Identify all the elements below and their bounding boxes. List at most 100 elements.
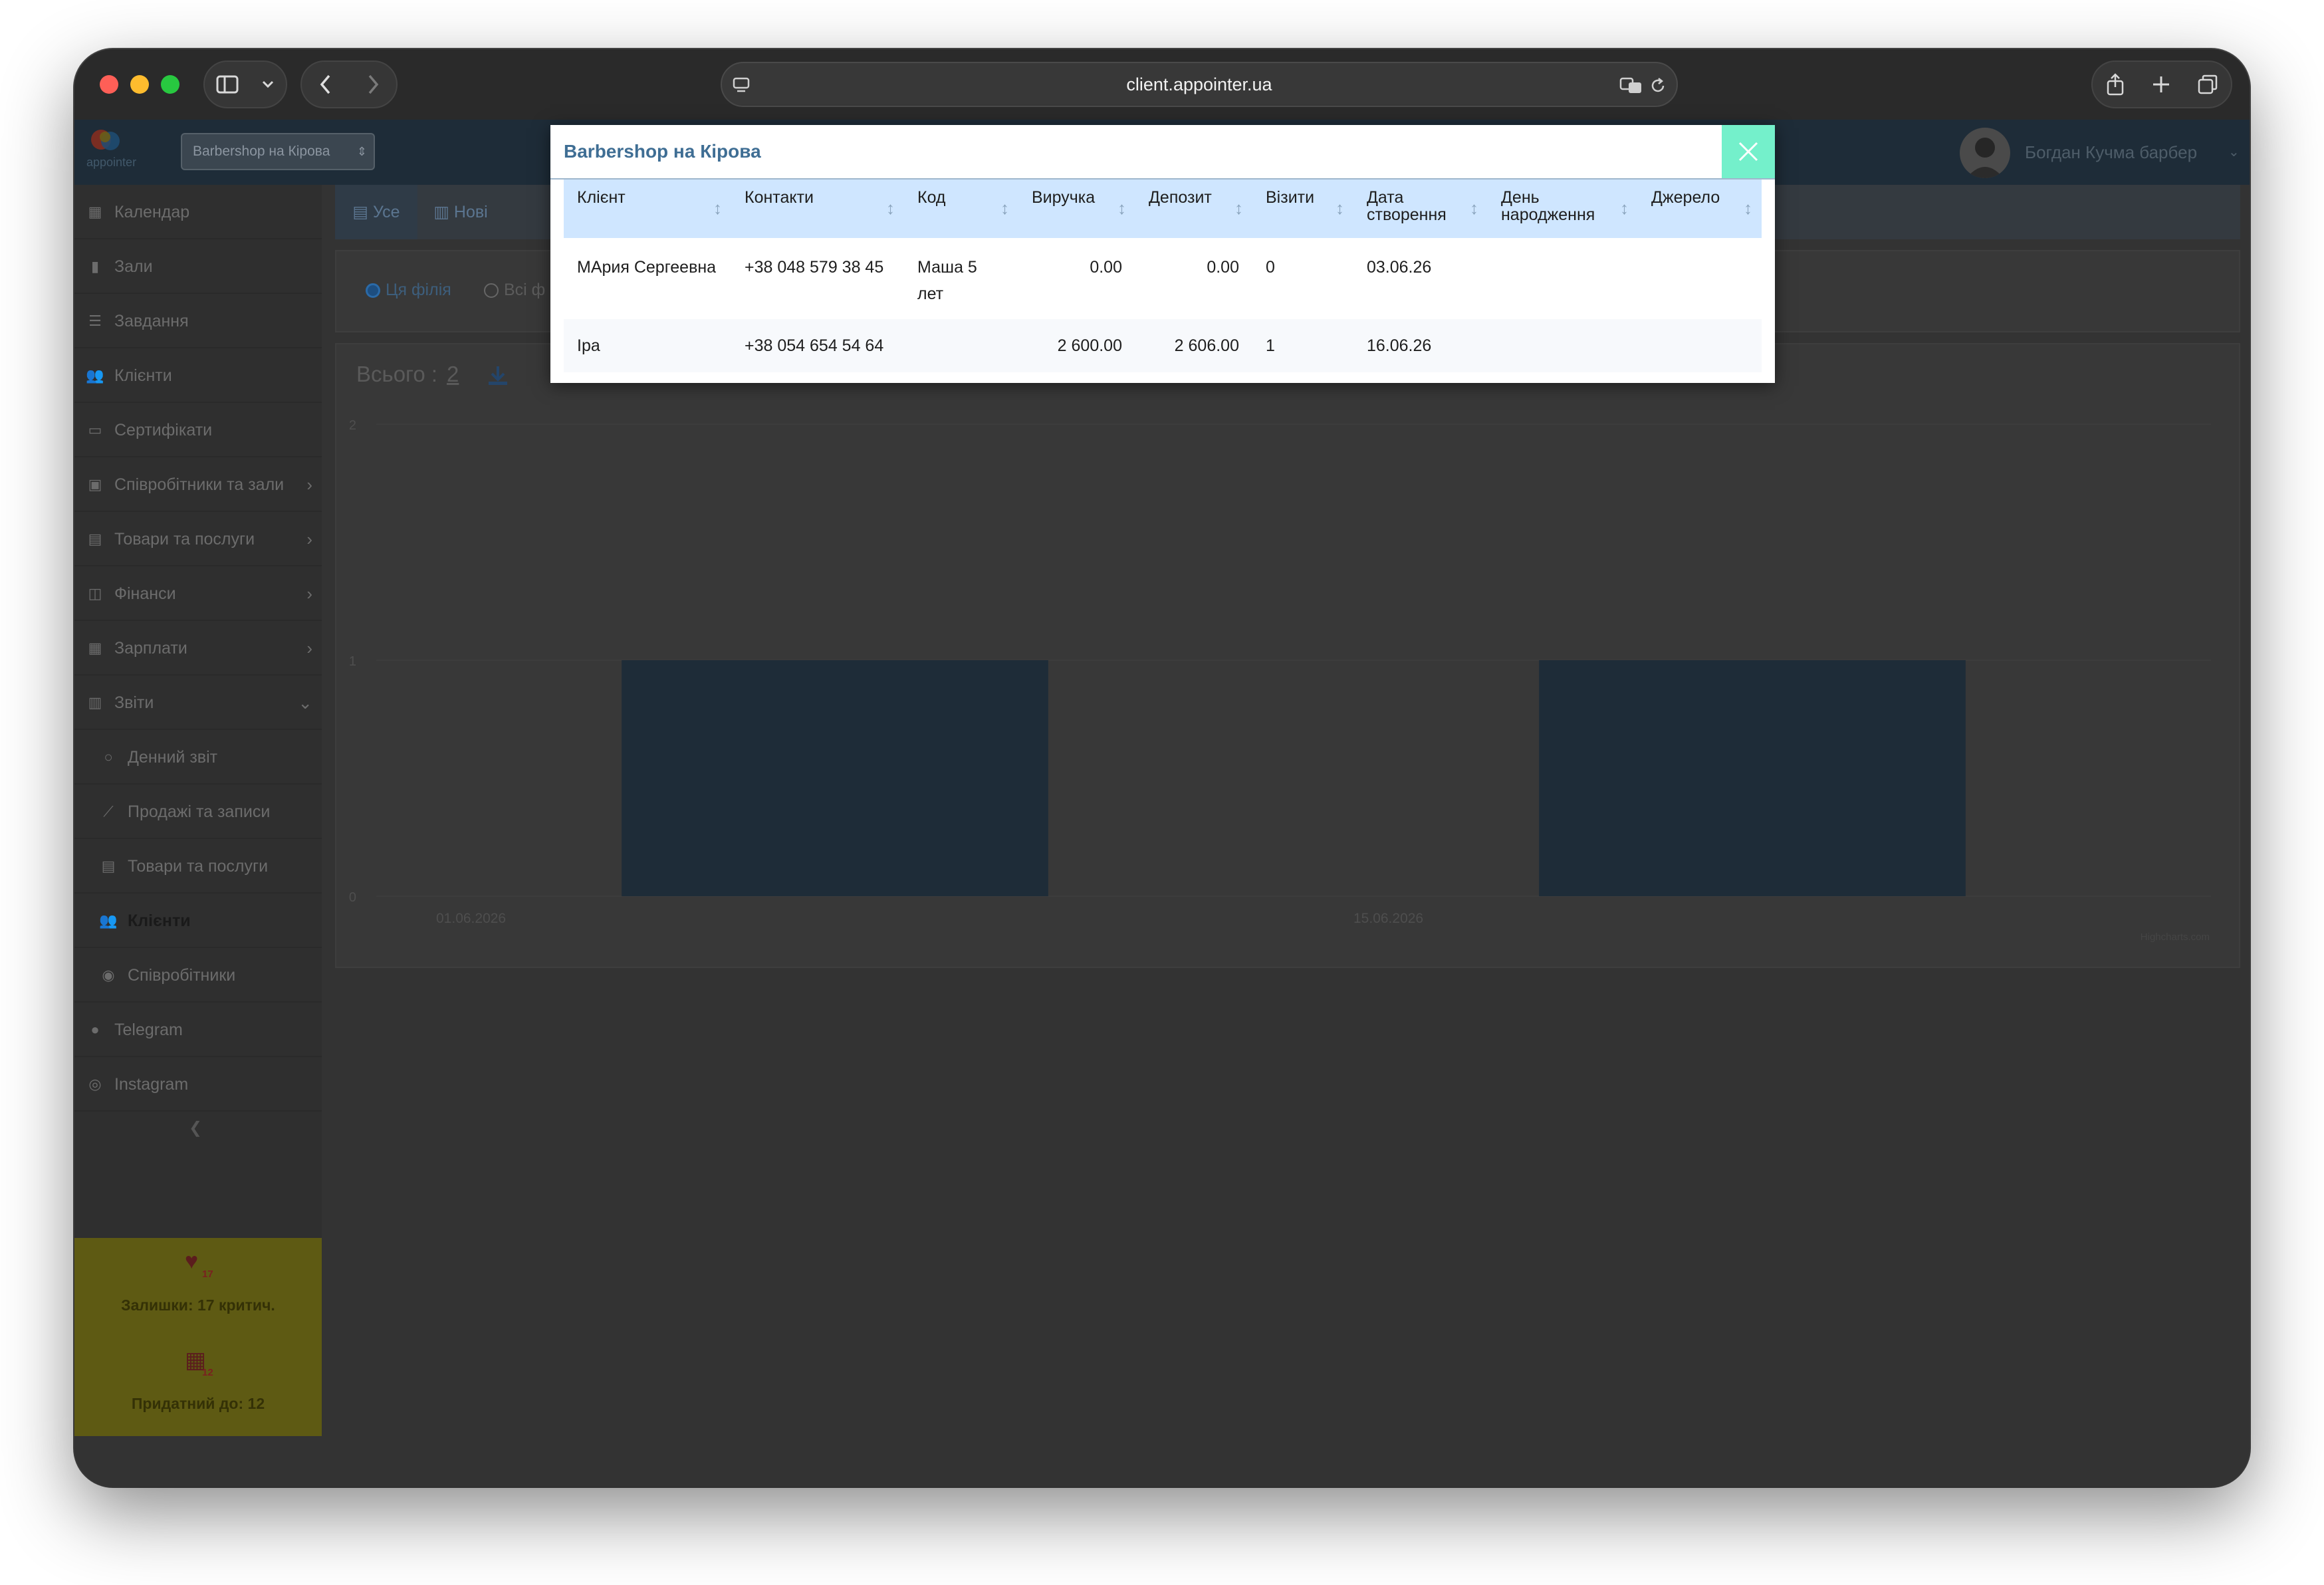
sidebar-item-tasks[interactable]: ☰ Завдання — [74, 294, 322, 348]
chart-bar — [622, 660, 1048, 896]
sidebar-item-instagram[interactable]: ◎ Instagram — [74, 1057, 322, 1112]
table-row[interactable]: МАрия Сергеевна +38 048 579 38 45 Маша 5… — [564, 238, 1762, 319]
sidebar-item-label: Співробітники та зали — [114, 475, 285, 494]
minimize-window-button[interactable] — [130, 75, 149, 94]
zoom-window-button[interactable] — [161, 75, 179, 94]
stock-alert-icon: ♥ — [185, 1249, 199, 1274]
chevron-right-icon: › — [306, 475, 312, 495]
sidebar-item-clients[interactable]: 👥 Клієнти — [74, 348, 322, 403]
user-name[interactable]: Богдан Кучма барбер — [2025, 120, 2197, 185]
clients-modal: Barbershop на Кірова Клієнт ↕ Контакти ↕ К… — [550, 125, 1775, 383]
download-icon[interactable] — [487, 364, 509, 387]
cell-code — [904, 319, 1018, 372]
col-header-source[interactable]: Джерело ↕ — [1638, 180, 1762, 238]
col-header-label: День народження — [1501, 188, 1595, 224]
chevron-right-icon: › — [306, 638, 312, 658]
certificate-icon: ▭ — [88, 422, 102, 438]
cell-visits: 1 — [1252, 319, 1353, 372]
sidebar-item-finance[interactable]: ◫ Фінанси › — [74, 566, 322, 621]
calendar-icon: ▦ — [88, 203, 102, 220]
address-bar[interactable]: client.appointer.ua — [721, 62, 1678, 107]
col-header-deposit[interactable]: Депозит ↕ — [1135, 180, 1252, 238]
window-actions — [2091, 61, 2232, 108]
close-window-button[interactable] — [100, 75, 118, 94]
logo-icon — [91, 130, 120, 150]
radio-all-branches[interactable] — [484, 283, 499, 298]
logo-text: appointer — [86, 156, 137, 169]
sidebar-item-salary[interactable]: ▦ Зарплати › — [74, 621, 322, 675]
url-text: client.appointer.ua — [1126, 74, 1272, 94]
tab-new[interactable]: ▥ Нові — [417, 185, 504, 239]
cell-created: 16.06.26 — [1353, 319, 1488, 372]
modal-title: Barbershop на Кірова — [564, 141, 761, 162]
sidebar-item-daily-report[interactable]: ○ Денний звіт — [74, 730, 322, 785]
chart-y-tick-label: 2 — [349, 418, 356, 433]
chart-panel: Всього : 2 0 1 2 01.06.2026 15.06.2026 Highch… — [335, 343, 2240, 968]
cell-visits: 0 — [1266, 258, 1275, 277]
sidebar-item-certificates[interactable]: ▭ Сертифікати — [74, 403, 322, 457]
clients-table: Клієнт ↕ Контакти ↕ Код ↕ Виручка ↕ Депозит ↕… — [564, 180, 1762, 372]
sidebar-item-staff-report[interactable]: ◉ Співробітники — [74, 948, 322, 1003]
tab-all[interactable]: ▤ Усе — [335, 185, 417, 239]
cell-birthday — [1488, 319, 1638, 372]
avatar[interactable] — [1960, 128, 2010, 178]
branch-select-value: Barbershop на Кірова — [193, 144, 330, 159]
col-header-birthday[interactable]: День народження ↕ — [1488, 180, 1638, 238]
sales-chart-icon: ⟋ — [103, 803, 114, 820]
col-header-contacts[interactable]: Контакти ↕ — [731, 180, 904, 238]
col-header-label: Візити — [1266, 188, 1315, 207]
forward-icon[interactable] — [366, 74, 380, 95]
daily-report-icon: ○ — [104, 749, 113, 765]
branch-select[interactable]: Barbershop на Кірова ⇕ — [181, 133, 375, 170]
total-value[interactable]: 2 — [447, 362, 459, 387]
new-tab-icon[interactable] — [2151, 74, 2171, 94]
sidebar-item-telegram[interactable]: ● Telegram — [74, 1003, 322, 1057]
share-icon[interactable] — [2105, 72, 2125, 96]
table-row[interactable]: Іра +38 054 654 54 64 2 600.00 2 606.00 … — [564, 319, 1762, 372]
col-header-revenue[interactable]: Виручка ↕ — [1018, 180, 1135, 238]
stock-notice-text: Залишки: 17 критич. — [121, 1296, 275, 1314]
chart-x-tick-label: 15.06.2026 — [1353, 911, 1423, 926]
col-header-visits[interactable]: Візити ↕ — [1252, 180, 1353, 238]
instagram-icon: ◎ — [88, 1076, 102, 1092]
subscription-notice: ♥ 17 Залишки: 17 критич. ▦ 12 Придатний … — [74, 1238, 322, 1436]
radio-all-branches-label: Всі ф — [504, 281, 546, 299]
translate-icon[interactable] — [1619, 76, 1643, 95]
sidebar-item-goods-report[interactable]: ▤ Товари та послуги — [74, 839, 322, 894]
radio-this-branch[interactable] — [366, 283, 380, 298]
sort-icon: ↕ — [1470, 198, 1478, 218]
chart-bar — [1539, 660, 1966, 896]
col-header-label: Депозит — [1149, 188, 1212, 207]
cell-deposit: 0.00 — [1207, 258, 1239, 277]
user-menu-chevron-icon[interactable]: ⌄ — [2228, 120, 2240, 185]
cell-revenue: 2 600.00 — [1018, 319, 1135, 372]
col-header-client[interactable]: Клієнт ↕ — [564, 180, 731, 238]
clients-report-icon: 👥 — [99, 912, 118, 929]
sidebar-item-reports[interactable]: ▥ Звіти ⌄ — [74, 675, 322, 730]
reload-icon[interactable] — [1649, 76, 1667, 95]
sort-icon: ↕ — [1620, 198, 1629, 218]
sidebar-item-clients-report[interactable]: 👥 Клієнти — [74, 894, 322, 948]
cell-client[interactable]: Іра — [564, 319, 731, 372]
sidebar-item-sales[interactable]: ⟋ Продажі та записи — [74, 785, 322, 839]
sidebar-item-label: Продажі та записи — [128, 802, 271, 821]
sidebar-item-staff[interactable]: ▣ Співробітники та зали › — [74, 457, 322, 512]
history-nav — [300, 61, 398, 108]
sidebar-item-calendar[interactable]: ▦ Календар — [74, 185, 322, 239]
col-header-code[interactable]: Код ↕ — [904, 180, 1018, 238]
cell-client[interactable]: МАрия Сергеевна — [564, 238, 731, 319]
cell-deposit: 2 606.00 — [1135, 319, 1252, 372]
sort-icon: ↕ — [1000, 198, 1009, 218]
back-icon[interactable] — [319, 74, 332, 95]
sidebar-item-label: Зарплати — [114, 639, 187, 658]
browser-window: client.appointer.ua appointer Barbershop… — [74, 49, 2250, 1487]
sort-icon: ↕ — [713, 198, 722, 218]
col-header-created[interactable]: Дата створення ↕ — [1353, 180, 1488, 238]
sidebar-item-goods[interactable]: ▤ Товари та послуги › — [74, 512, 322, 566]
tab-overview-icon[interactable] — [2197, 74, 2218, 95]
close-modal-button[interactable] — [1722, 125, 1775, 178]
col-header-label: Дата створення — [1367, 188, 1447, 224]
collapse-sidebar-icon[interactable]: ❮ — [189, 1118, 202, 1138]
sidebar-item-halls[interactable]: ▮ Зали — [74, 239, 322, 294]
sidebar-toggle-button[interactable] — [203, 61, 287, 108]
